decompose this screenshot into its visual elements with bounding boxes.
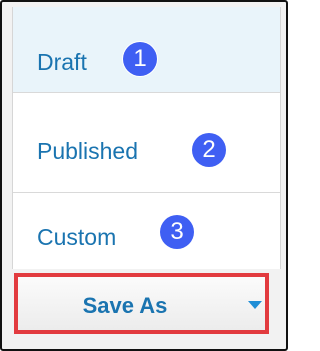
menu-item-label: Published (37, 138, 139, 164)
menu-item-label: Draft (37, 49, 87, 75)
save-as-button[interactable]: Save As (14, 273, 269, 334)
caret-down-icon[interactable] (248, 301, 262, 309)
screenshot-frame: Draft Published Custom 1 2 3 Save As (0, 0, 288, 351)
step-badge: 3 (160, 215, 194, 249)
step-badge: 2 (192, 133, 226, 167)
menu-item-published[interactable]: Published (13, 93, 280, 193)
save-options-menu: Draft Published Custom 1 2 3 (12, 7, 281, 269)
step-badge: 1 (123, 42, 157, 76)
menu-item-label: Custom (37, 224, 117, 250)
save-as-label: Save As (82, 293, 168, 318)
menu-item-custom[interactable]: Custom (13, 193, 280, 271)
